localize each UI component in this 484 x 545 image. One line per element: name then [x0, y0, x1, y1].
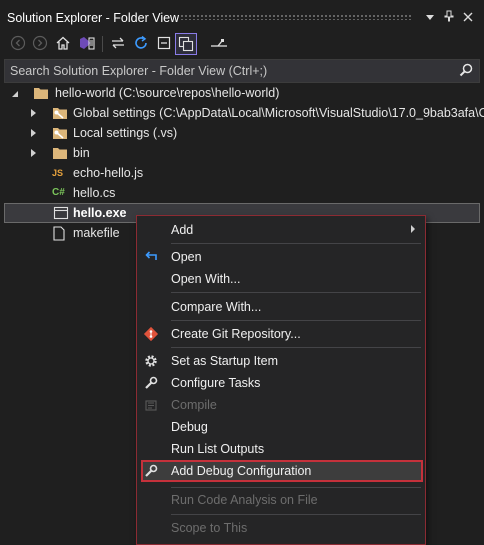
csharp-file-icon: C#	[52, 187, 65, 198]
text-file-icon	[52, 226, 68, 241]
menu-item-set-as-startup-item[interactable]: Set as Startup Item	[137, 350, 425, 372]
collapsed-arrow-icon[interactable]	[30, 127, 40, 139]
menu-item-open-with[interactable]: Open With...	[137, 268, 425, 290]
drag-grip[interactable]	[180, 14, 413, 20]
tree-item-echo-hello-js[interactable]: JS echo-hello.js	[0, 163, 484, 183]
back-icon[interactable]	[8, 33, 28, 53]
menu-item-create-git-repository[interactable]: Create Git Repository...	[137, 323, 425, 345]
menu-item-compare-with[interactable]: Compare With...	[137, 296, 425, 318]
search-icon[interactable]	[459, 63, 473, 80]
menu-item-debug[interactable]: Debug	[137, 416, 425, 438]
settings-folder-icon	[52, 106, 68, 120]
menu-separator	[171, 514, 421, 515]
menu-item-label: Add	[171, 223, 194, 237]
tree-item-label: makefile	[73, 226, 120, 240]
title-bar: Solution Explorer - Folder View	[0, 0, 484, 28]
tree-item-label: Local settings (.vs)	[73, 126, 178, 140]
menu-item-configure-tasks[interactable]: Configure Tasks	[137, 372, 425, 394]
forward-icon[interactable]	[30, 33, 50, 53]
menu-item-label: Compile	[171, 398, 217, 412]
menu-item-label: Create Git Repository...	[171, 327, 301, 341]
dropdown-arrow-icon[interactable]	[422, 10, 438, 26]
tree-item-bin[interactable]: bin	[0, 143, 484, 163]
search-box	[4, 59, 480, 83]
sync-icon[interactable]	[108, 33, 128, 53]
git-icon	[143, 326, 159, 342]
menu-item-label: Open	[171, 250, 202, 264]
open-arrow-icon	[143, 249, 159, 265]
tree-root-label: hello-world (C:\source\repos\hello-world…	[55, 86, 280, 100]
menu-separator	[171, 292, 421, 293]
tree-item-global-settings[interactable]: Global settings (C:\AppData\Local\Micros…	[0, 103, 484, 123]
home-icon[interactable]	[53, 33, 73, 53]
tree-item-hello-cs[interactable]: C# hello.cs	[0, 183, 484, 203]
tree-root[interactable]: hello-world (C:\source\repos\hello-world…	[0, 83, 484, 103]
menu-item-label: Configure Tasks	[171, 376, 261, 390]
menu-item-scope-to-this[interactable]: Scope to This	[137, 517, 425, 539]
menu-separator	[171, 320, 421, 321]
collapsed-arrow-icon[interactable]	[30, 147, 40, 159]
toolbar-separator	[102, 36, 103, 52]
collapsed-arrow-icon[interactable]	[30, 107, 40, 119]
properties-icon[interactable]	[209, 33, 229, 53]
close-icon[interactable]	[460, 10, 476, 26]
window-title: Solution Explorer - Folder View	[7, 11, 180, 25]
menu-item-label: Run Code Analysis on File	[171, 493, 318, 507]
tree-item-label: hello.cs	[73, 186, 116, 200]
menu-item-add[interactable]: Add	[137, 219, 425, 241]
refresh-icon[interactable]	[131, 33, 151, 53]
tree-item-label: bin	[73, 146, 90, 160]
folder-icon	[52, 146, 68, 160]
tree-item-local-settings[interactable]: Local settings (.vs)	[0, 123, 484, 143]
tree-item-label: hello.exe	[73, 206, 127, 220]
js-file-icon: JS	[52, 168, 64, 178]
submenu-arrow-icon	[411, 225, 415, 233]
show-all-files-icon[interactable]	[175, 33, 197, 55]
context-menu: Add Open Open With... Compare With... Cr…	[136, 215, 426, 545]
folder-icon	[33, 86, 49, 100]
search-input[interactable]	[10, 61, 450, 81]
switch-views-icon[interactable]	[77, 33, 97, 53]
menu-item-run-code-analysis[interactable]: Run Code Analysis on File	[137, 489, 425, 511]
menu-item-label: Open With...	[171, 272, 241, 286]
menu-item-label: Debug	[171, 420, 208, 434]
menu-separator	[171, 347, 421, 348]
gear-icon	[143, 353, 159, 369]
collapse-all-icon[interactable]	[154, 33, 174, 53]
settings-folder-icon	[52, 126, 68, 140]
compile-icon	[143, 397, 159, 413]
expanded-arrow-icon[interactable]	[11, 87, 21, 99]
tree-item-label: Global settings (C:\AppData\Local\Micros…	[73, 106, 484, 120]
menu-item-compile[interactable]: Compile	[137, 394, 425, 416]
menu-item-label: Compare With...	[171, 300, 262, 314]
menu-item-run-list-outputs[interactable]: Run List Outputs	[137, 438, 425, 460]
menu-item-label: Set as Startup Item	[171, 354, 278, 368]
menu-separator	[171, 243, 421, 244]
pin-icon[interactable]	[441, 10, 457, 26]
wrench-icon	[143, 375, 159, 391]
menu-item-label: Scope to This	[171, 521, 248, 535]
toolbar	[0, 30, 484, 58]
exe-file-icon	[53, 206, 69, 220]
menu-item-add-debug-configuration[interactable]: Add Debug Configuration	[141, 460, 423, 482]
menu-item-open[interactable]: Open	[137, 246, 425, 268]
wrench-icon	[143, 463, 159, 479]
tree-item-label: echo-hello.js	[73, 166, 144, 180]
menu-item-label: Run List Outputs	[171, 442, 265, 456]
menu-item-label: Add Debug Configuration	[171, 464, 312, 478]
menu-separator	[171, 487, 421, 488]
